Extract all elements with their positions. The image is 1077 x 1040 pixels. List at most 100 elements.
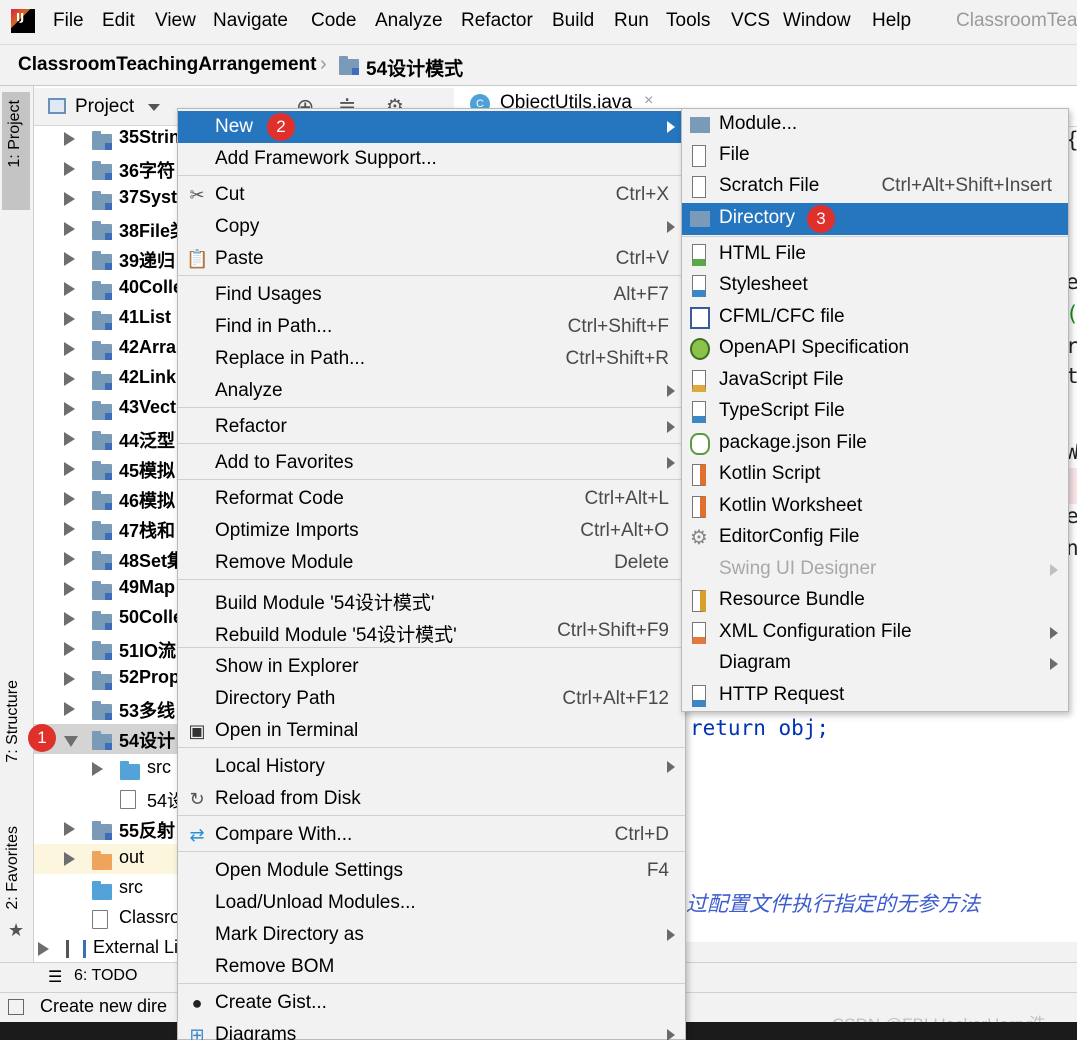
context-menu-item-analyze[interactable]: Analyze	[178, 375, 685, 407]
intellij-logo-icon[interactable]: IJ	[11, 9, 35, 33]
new-menu-item-http-request[interactable]: HTTP Request	[682, 680, 1068, 712]
new-menu-item-javascript-file[interactable]: JavaScript File	[682, 365, 1068, 397]
menu-help[interactable]: Help	[872, 10, 911, 32]
new-menu-item-file[interactable]: File	[682, 140, 1068, 172]
tree-item[interactable]: 42Link	[34, 364, 184, 394]
tree-item[interactable]: 42Arra	[34, 334, 184, 364]
tree-item[interactable]: 36字符	[34, 154, 184, 184]
context-menu-item-remove-bom[interactable]: Remove BOM	[178, 951, 685, 983]
context-menu-item-find-in-path[interactable]: Find in Path... Ctrl+Shift+F	[178, 311, 685, 343]
tree-item[interactable]: 52Prop	[34, 664, 184, 694]
expand-arrow-icon[interactable]	[64, 612, 75, 626]
context-menu-item-build-module-54[interactable]: Build Module '54设计模式'	[178, 583, 685, 615]
breadcrumb-project[interactable]: ClassroomTeachingArrangement	[18, 54, 316, 76]
expand-arrow-icon[interactable]	[64, 162, 75, 176]
expand-arrow-icon[interactable]	[64, 192, 75, 206]
tree-item[interactable]: 40Colle	[34, 274, 184, 304]
expand-arrow-icon[interactable]	[64, 822, 75, 836]
menu-build[interactable]: Build	[552, 10, 594, 32]
todo-tool-button[interactable]: 6: TODO	[74, 967, 137, 985]
tree-item[interactable]: out	[34, 844, 177, 874]
new-menu-item-stylesheet[interactable]: Stylesheet	[682, 270, 1068, 302]
expand-arrow-icon[interactable]	[92, 762, 103, 776]
context-menu-item-reload-from-disk[interactable]: ↻ Reload from Disk	[178, 783, 685, 815]
context-menu-item-local-history[interactable]: Local History	[178, 751, 685, 783]
tree-item[interactable]: 44泛型	[34, 424, 184, 454]
context-menu-item-add-framework-support[interactable]: Add Framework Support...	[178, 143, 685, 175]
context-menu-item-create-gist[interactable]: ● Create Gist...	[178, 987, 685, 1019]
menu-vcs[interactable]: VCS	[731, 10, 770, 32]
context-menu-item-open-module-settings[interactable]: Open Module Settings F4	[178, 855, 685, 887]
expand-arrow-icon[interactable]	[64, 402, 75, 416]
context-menu-item-replace-in-path[interactable]: Replace in Path... Ctrl+Shift+R	[178, 343, 685, 375]
menu-view[interactable]: View	[155, 10, 196, 32]
new-menu-item-typescript-file[interactable]: TypeScript File	[682, 396, 1068, 428]
menu-code[interactable]: Code	[311, 10, 356, 32]
tree-item[interactable]: 43Vect	[34, 394, 184, 424]
code-line[interactable]: return obj;	[690, 716, 829, 740]
expand-arrow-icon[interactable]	[64, 222, 75, 236]
expand-arrow-icon[interactable]	[64, 642, 75, 656]
tree-item[interactable]: 37Syst	[34, 184, 184, 214]
menu-file[interactable]: File	[53, 10, 84, 32]
context-menu-item-load-unload-modules[interactable]: Load/Unload Modules...	[178, 887, 685, 919]
tree-item[interactable]: 48Set集	[34, 544, 185, 574]
tree-item[interactable]: 47栈和	[34, 514, 184, 544]
new-menu-item-directory[interactable]: Directory	[682, 203, 1068, 235]
context-menu-item-diagrams[interactable]: ⊞ Diagrams	[178, 1019, 685, 1040]
menu-run[interactable]: Run	[614, 10, 649, 32]
tree-item[interactable]: 53多线	[34, 694, 184, 724]
expand-arrow-icon[interactable]	[64, 372, 75, 386]
chevron-down-icon[interactable]	[148, 104, 160, 111]
context-menu-item-paste[interactable]: 📋 Paste Ctrl+V	[178, 243, 685, 275]
menu-analyze[interactable]: Analyze	[375, 10, 443, 32]
context-menu-item-add-to-favorites[interactable]: Add to Favorites	[178, 447, 685, 479]
expand-arrow-icon[interactable]	[64, 342, 75, 356]
project-tool-button[interactable]: 1: Project	[2, 92, 30, 210]
menu-tools[interactable]: Tools	[666, 10, 710, 32]
context-menu-item-refactor[interactable]: Refactor	[178, 411, 685, 443]
tree-item[interactable]: 41List	[34, 304, 184, 334]
expand-arrow-icon[interactable]	[64, 582, 75, 596]
status-toggle-icon[interactable]	[8, 999, 24, 1015]
tree-item[interactable]: 45模拟	[34, 454, 184, 484]
tree-item[interactable]: External Li	[34, 934, 184, 964]
menu-window[interactable]: Window	[783, 10, 851, 32]
tree-item[interactable]: 38File类	[34, 214, 188, 244]
tree-item[interactable]: src	[34, 754, 184, 784]
tree-item[interactable]: 54设	[34, 784, 185, 814]
tree-item[interactable]: src	[34, 874, 184, 904]
context-menu-item-copy[interactable]: Copy	[178, 211, 685, 243]
context-menu-item-rebuild-module-54[interactable]: Rebuild Module '54设计模式' Ctrl+Shift+F9	[178, 615, 685, 647]
tree-item[interactable]: 54设计	[34, 724, 184, 754]
new-menu-item-module[interactable]: Module...	[682, 109, 1068, 141]
new-menu-item-scratch-file[interactable]: Scratch File Ctrl+Alt+Shift+Insert	[682, 171, 1068, 203]
expand-arrow-icon[interactable]	[64, 852, 75, 866]
tree-item[interactable]: Classro	[34, 904, 184, 934]
tree-item[interactable]: 49Map	[34, 574, 184, 604]
new-menu-item-html-file[interactable]: HTML File	[682, 239, 1068, 271]
new-menu-item-kotlin-script[interactable]: Kotlin Script	[682, 459, 1068, 491]
context-menu-item-directory-path[interactable]: Directory Path Ctrl+Alt+F12	[178, 683, 685, 715]
context-menu-item-cut[interactable]: ✂ Cut Ctrl+X	[178, 179, 685, 211]
project-view-selector[interactable]: Project	[75, 96, 134, 118]
expand-arrow-icon[interactable]	[64, 282, 75, 296]
context-menu-item-new[interactable]: New	[178, 111, 685, 143]
new-menu-item-openapi-specification[interactable]: OpenAPI Specification	[682, 333, 1068, 365]
new-menu-item-package-json-file[interactable]: package.json File	[682, 428, 1068, 460]
tree-item[interactable]: 46模拟	[34, 484, 184, 514]
expand-arrow-icon[interactable]	[38, 942, 49, 956]
structure-tool-button[interactable]: 7: Structure	[4, 680, 22, 768]
context-menu-item-remove-module[interactable]: Remove Module Delete	[178, 547, 685, 579]
favorites-tool-button[interactable]: 2: Favorites	[4, 826, 22, 915]
expand-arrow-icon[interactable]	[64, 132, 75, 146]
context-menu-item-show-in-explorer[interactable]: Show in Explorer	[178, 651, 685, 683]
expand-arrow-icon[interactable]	[64, 252, 75, 266]
expand-arrow-down-icon[interactable]	[64, 736, 78, 747]
context-menu-item-open-in-terminal[interactable]: ▣ Open in Terminal	[178, 715, 685, 747]
tree-item[interactable]: 55反射	[34, 814, 184, 844]
new-menu-item-editorconfig-file[interactable]: ⚙ EditorConfig File	[682, 522, 1068, 554]
context-menu-item-optimize-imports[interactable]: Optimize Imports Ctrl+Alt+O	[178, 515, 685, 547]
new-menu-item-diagram[interactable]: Diagram	[682, 648, 1068, 680]
menu-navigate[interactable]: Navigate	[213, 10, 288, 32]
